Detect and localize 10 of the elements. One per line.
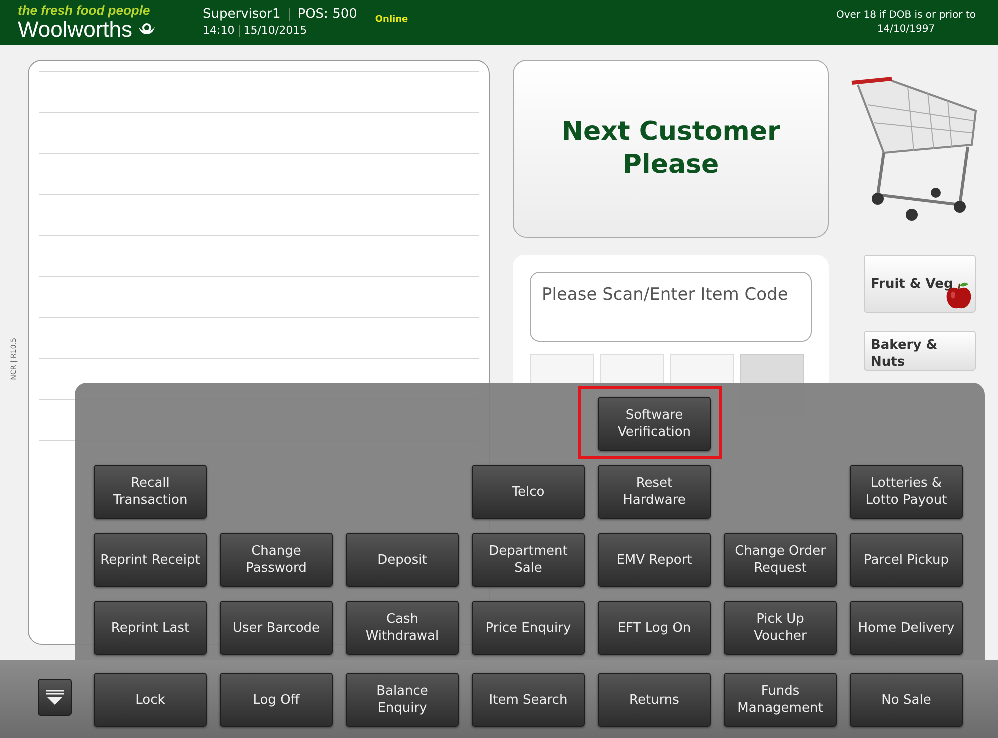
tagline: the fresh food people (18, 4, 152, 18)
age-notice: Over 18 if DOB is or prior to (836, 8, 976, 22)
date: 15/10/2015 (244, 23, 308, 39)
user-name: Supervisor1 (203, 6, 281, 23)
brand-name: Woolworths (18, 18, 133, 42)
status-text: Online (375, 14, 408, 27)
customer-message: Next Customer Please (560, 116, 782, 182)
pos-number: POS: 500 (298, 6, 358, 23)
age-notice: 14/10/1997 (877, 22, 936, 36)
time: 14:10 (203, 23, 235, 39)
